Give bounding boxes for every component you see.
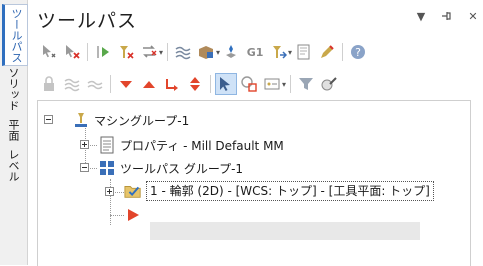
panel-header-buttons: ▼ ✕ — [414, 10, 480, 25]
chevron-down-icon[interactable]: ▾ — [282, 80, 286, 89]
tree-item-operation[interactable]: 1 - 輪郭 (2D) - [WCS: トップ] - [工具平面: トップ] — [124, 181, 434, 201]
toolpath-group-label: ツールパス グループ-1 — [120, 161, 244, 176]
select-cursor-icon[interactable] — [215, 73, 237, 95]
tree-connector — [110, 215, 124, 216]
tab-toolpaths[interactable]: ツールパス — [2, 4, 28, 66]
svg-text:?: ? — [355, 46, 361, 59]
chevron-down-icon[interactable]: ▾ — [159, 48, 163, 57]
toolbar-separator — [110, 75, 111, 93]
expand-toggle[interactable] — [105, 187, 114, 196]
tree-item-machine-group[interactable]: マシングループ-1 — [72, 110, 189, 130]
panel-title: ツールパス — [37, 10, 138, 32]
operation-label: 1 - 輪郭 (2D) - [WCS: トップ] - [工具平面: トップ] — [146, 181, 434, 201]
insert-arrow-icon — [124, 206, 142, 224]
pin-icon[interactable] — [440, 10, 454, 25]
post-dirty-icon[interactable] — [267, 41, 289, 63]
insert-position-bar — [150, 222, 420, 240]
machine-group-icon — [72, 111, 90, 129]
operations-tree[interactable]: マシングループ-1 プロパティ - Mill Default MM ツールパス … — [37, 100, 471, 266]
toolbar-row-1: ▾ ▾ G1 ▾ ? — [38, 40, 369, 64]
tree-connector — [110, 179, 111, 225]
options-icon[interactable] — [261, 73, 283, 95]
properties-label: プロパティ - Mill Default MM — [120, 138, 284, 153]
g1-label: G1 — [246, 45, 264, 59]
lock-icon[interactable] — [38, 73, 60, 95]
select-all-operations-icon[interactable] — [38, 41, 60, 63]
toggle-display-icon[interactable] — [138, 41, 160, 63]
panel-menu-icon[interactable]: ▼ — [414, 10, 428, 25]
toolbar-separator — [342, 43, 344, 61]
edit-icon[interactable] — [316, 41, 338, 63]
expand-toggle[interactable] — [80, 140, 89, 149]
toolbar-separator — [210, 75, 211, 93]
g1-output-icon[interactable]: G1 — [244, 41, 266, 63]
wave-icon[interactable] — [84, 73, 106, 95]
paint-icon[interactable] — [318, 73, 340, 95]
hide-toolpath-icon[interactable] — [61, 73, 83, 95]
verify-stock-icon[interactable] — [195, 41, 217, 63]
regenerate-dirty-icon[interactable] — [115, 41, 137, 63]
close-icon[interactable]: ✕ — [466, 10, 480, 25]
toolbar-row-2: ▾ — [38, 72, 340, 96]
toolbar-separator — [167, 43, 169, 61]
chevron-down-icon[interactable]: ▾ — [216, 48, 220, 57]
side-tab-bar: ツールパス ソリッド 平面 レベル — [0, 0, 28, 265]
select-invalid-operations-icon[interactable] — [61, 41, 83, 63]
collapse-toggle[interactable] — [80, 163, 89, 172]
operation-folder-check-icon — [124, 182, 142, 200]
tab-toolpaths-label: ツールパス — [10, 7, 23, 63]
chevron-down-icon[interactable]: ▾ — [288, 48, 292, 57]
toolbar-separator — [87, 43, 88, 61]
simulate-toolpath-icon[interactable] — [172, 41, 194, 63]
clone-icon[interactable] — [238, 73, 260, 95]
posting-icon[interactable] — [293, 41, 315, 63]
tree-item-properties[interactable]: プロパティ - Mill Default MM — [98, 135, 284, 155]
tab-levels-label: レベル — [7, 148, 20, 182]
regenerate-selected-icon[interactable] — [92, 41, 114, 63]
tab-solids-label: ソリッド — [7, 67, 20, 111]
insert-arrow-icon[interactable] — [184, 73, 206, 95]
machine-group-label: マシングループ-1 — [94, 113, 190, 128]
insert-after-icon[interactable] — [161, 73, 183, 95]
tab-levels[interactable]: レベル — [2, 148, 24, 182]
tree-item-toolpath-group[interactable]: ツールパス グループ-1 — [98, 158, 243, 178]
tab-planes[interactable]: 平面 — [2, 114, 24, 146]
help-icon[interactable]: ? — [347, 41, 369, 63]
collapse-toggle[interactable] — [44, 115, 53, 124]
toolpath-group-icon — [98, 159, 116, 177]
tree-item-insert-position[interactable] — [124, 205, 146, 225]
stock-model-icon[interactable] — [295, 73, 317, 95]
move-down-icon[interactable] — [115, 73, 137, 95]
toolbar-separator — [290, 75, 292, 93]
move-up-icon[interactable] — [138, 73, 160, 95]
tab-solids[interactable]: ソリッド — [2, 66, 24, 112]
properties-icon — [98, 136, 116, 154]
tab-planes-label: 平面 — [7, 119, 20, 141]
post-selected-icon[interactable] — [221, 41, 243, 63]
